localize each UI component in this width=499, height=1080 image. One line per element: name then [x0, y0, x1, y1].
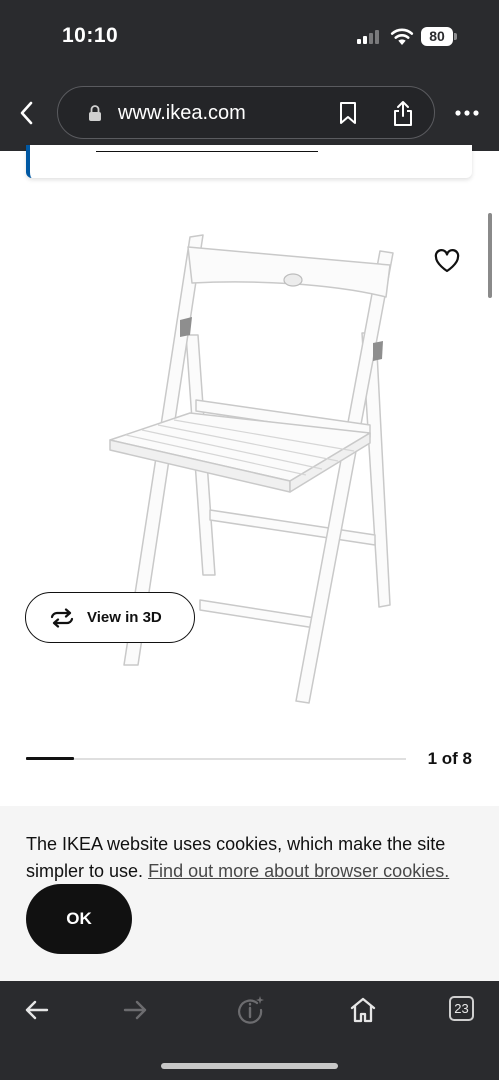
cellular-signal-icon: [357, 30, 383, 44]
tabs-count-button[interactable]: 23: [449, 996, 474, 1021]
arrow-right-icon[interactable]: [120, 995, 150, 1025]
view-in-3d-button[interactable]: View in 3D: [25, 592, 195, 643]
cookie-text-block: The IKEA website uses cookies, which mak…: [26, 831, 486, 885]
url-text: www.ikea.com: [118, 102, 246, 124]
status-time: 10:10: [62, 24, 119, 47]
chevron-left-icon[interactable]: [14, 99, 40, 127]
browser-top-bar: 10:10 80 www.ikea.com: [0, 0, 499, 151]
browser-bottom-toolbar: 23: [0, 981, 499, 1080]
share-icon[interactable]: [392, 99, 414, 127]
ellipsis-icon[interactable]: [454, 100, 480, 126]
promo-card: [26, 145, 472, 178]
home-icon[interactable]: [348, 995, 378, 1025]
rotate-3d-icon: [50, 608, 74, 628]
view-in-3d-label: View in 3D: [87, 609, 162, 626]
image-carousel-progress-fill: [26, 757, 74, 760]
image-counter: 1 of 8: [427, 749, 472, 768]
arrow-left-icon[interactable]: [22, 995, 52, 1025]
address-bar[interactable]: www.ikea.com: [57, 86, 435, 139]
info-sparkle-icon[interactable]: [235, 995, 265, 1025]
cookie-info-link[interactable]: Find out more about browser cookies.: [148, 861, 449, 881]
wifi-icon: [390, 28, 414, 45]
bookmark-icon[interactable]: [338, 101, 358, 125]
image-carousel-progress: [26, 757, 406, 760]
cookie-ok-button[interactable]: OK: [26, 884, 132, 954]
battery-tip: [454, 33, 457, 40]
page-scrollbar[interactable]: [488, 213, 492, 298]
battery-level: 80: [421, 27, 453, 46]
lock-icon: [89, 105, 101, 121]
heart-icon[interactable]: [433, 248, 461, 274]
cookie-banner: The IKEA website uses cookies, which mak…: [0, 806, 499, 981]
promo-link-underline: [96, 151, 318, 152]
home-indicator[interactable]: [161, 1063, 338, 1069]
